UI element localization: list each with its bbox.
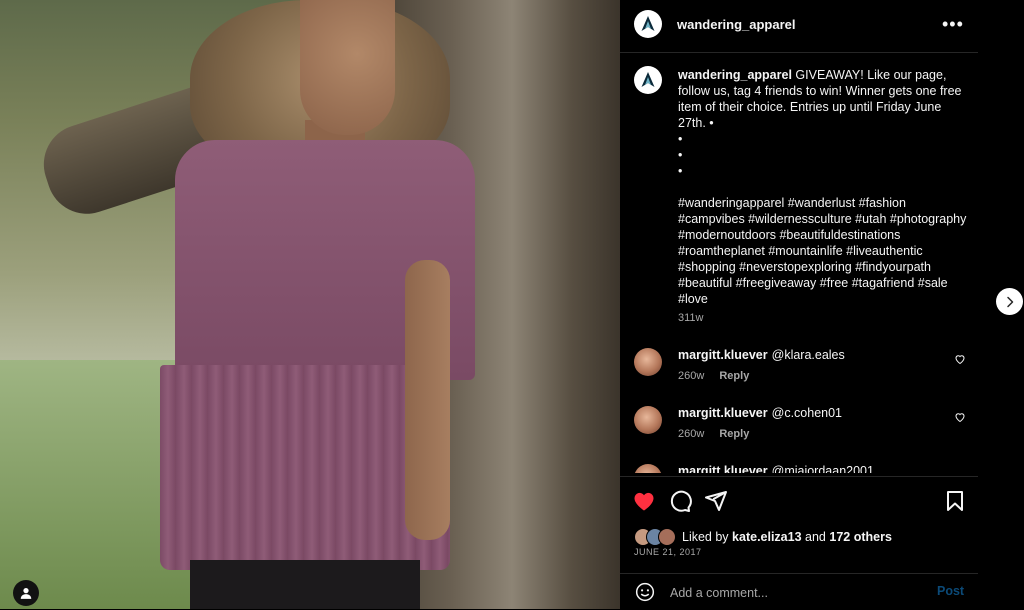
- post-comment-button[interactable]: Post: [937, 584, 964, 598]
- liker-username[interactable]: kate.eliza13: [732, 530, 802, 544]
- emoji-icon[interactable]: [635, 582, 655, 602]
- share-icon[interactable]: [704, 489, 728, 513]
- comments-scroll-area[interactable]: wandering_apparel GIVEAWAY! Like our pag…: [620, 53, 978, 473]
- comment-item: margitt.kluever @miajordaan2001: [620, 464, 978, 473]
- comment-username[interactable]: margitt.kluever: [678, 406, 768, 420]
- reply-button[interactable]: Reply: [719, 428, 749, 440]
- comment-like-icon[interactable]: [954, 411, 966, 423]
- avatar[interactable]: [634, 10, 662, 38]
- commenter-avatar[interactable]: [634, 464, 662, 473]
- add-comment-bar: Post: [620, 573, 978, 610]
- caption-dot: •: [678, 132, 683, 146]
- comment-meta: 260w Reply: [678, 370, 761, 382]
- comment-mention[interactable]: @c.cohen01: [772, 406, 842, 420]
- like-heart-icon[interactable]: [632, 489, 656, 513]
- comment-text: margitt.kluever @c.cohen01: [678, 406, 842, 420]
- likes-summary: Liked by kate.eliza13 and 172 others: [682, 530, 892, 544]
- model-face: [300, 0, 395, 135]
- post-details-panel: wandering_apparel ••• wandering_apparel …: [620, 0, 978, 609]
- comment-mention[interactable]: @miajordaan2001: [772, 464, 874, 473]
- comment-input[interactable]: [668, 582, 912, 604]
- comment-meta: 260w Reply: [678, 428, 761, 440]
- comment-time[interactable]: 260w: [678, 370, 704, 382]
- tagged-user-button[interactable]: [13, 580, 39, 606]
- brand-logo-icon: [641, 16, 655, 31]
- bookmark-icon[interactable]: [943, 489, 967, 513]
- caption-text: wandering_apparel GIVEAWAY! Like our pag…: [678, 67, 968, 307]
- post-date[interactable]: JUNE 21, 2017: [634, 547, 702, 557]
- post-actions: Liked by kate.eliza13 and 172 others JUN…: [620, 476, 978, 609]
- more-options-icon[interactable]: •••: [942, 14, 964, 35]
- comment-text: margitt.kluever @miajordaan2001: [678, 464, 874, 473]
- caption-username[interactable]: wandering_apparel: [678, 68, 792, 82]
- model-pants: [190, 560, 420, 609]
- header-username[interactable]: wandering_apparel: [677, 17, 795, 32]
- post-image[interactable]: [0, 0, 620, 609]
- user-icon: [20, 588, 32, 599]
- comment-username[interactable]: margitt.kluever: [678, 348, 768, 362]
- comment-item: margitt.kluever @klara.eales 260w Reply: [620, 348, 978, 404]
- post-header: wandering_apparel •••: [620, 0, 978, 53]
- comment-icon[interactable]: [668, 489, 692, 513]
- comment-like-icon[interactable]: [954, 353, 966, 365]
- comment-item: margitt.kluever @c.cohen01 260w Reply: [620, 406, 978, 462]
- liker-avatar[interactable]: [658, 528, 676, 546]
- caption-dot: •: [678, 148, 683, 162]
- liked-by-prefix: Liked by: [682, 530, 729, 544]
- comment-username[interactable]: margitt.kluever: [678, 464, 768, 473]
- caption-dots: • • •: [678, 131, 968, 179]
- chevron-right-icon: [1006, 296, 1013, 307]
- comment-time[interactable]: 260w: [678, 428, 704, 440]
- brand-logo-icon: [641, 72, 655, 87]
- caption-dot: •: [678, 164, 683, 178]
- liked-by-connector: and: [805, 530, 826, 544]
- caption-avatar[interactable]: [634, 66, 662, 94]
- caption-timestamp[interactable]: 311w: [678, 312, 703, 324]
- next-post-button[interactable]: [996, 288, 1023, 315]
- reply-button[interactable]: Reply: [719, 370, 749, 382]
- commenter-avatar[interactable]: [634, 406, 662, 434]
- caption-hashtags[interactable]: #wanderingapparel #wanderlust #fashion #…: [678, 195, 968, 307]
- liked-by: Liked by kate.eliza13 and 172 others: [634, 528, 892, 546]
- model-arm: [405, 260, 450, 540]
- likes-others-link[interactable]: 172 others: [829, 530, 892, 544]
- comment-mention[interactable]: @klara.eales: [772, 348, 845, 362]
- comment-text: margitt.kluever @klara.eales: [678, 348, 845, 362]
- commenter-avatar[interactable]: [634, 348, 662, 376]
